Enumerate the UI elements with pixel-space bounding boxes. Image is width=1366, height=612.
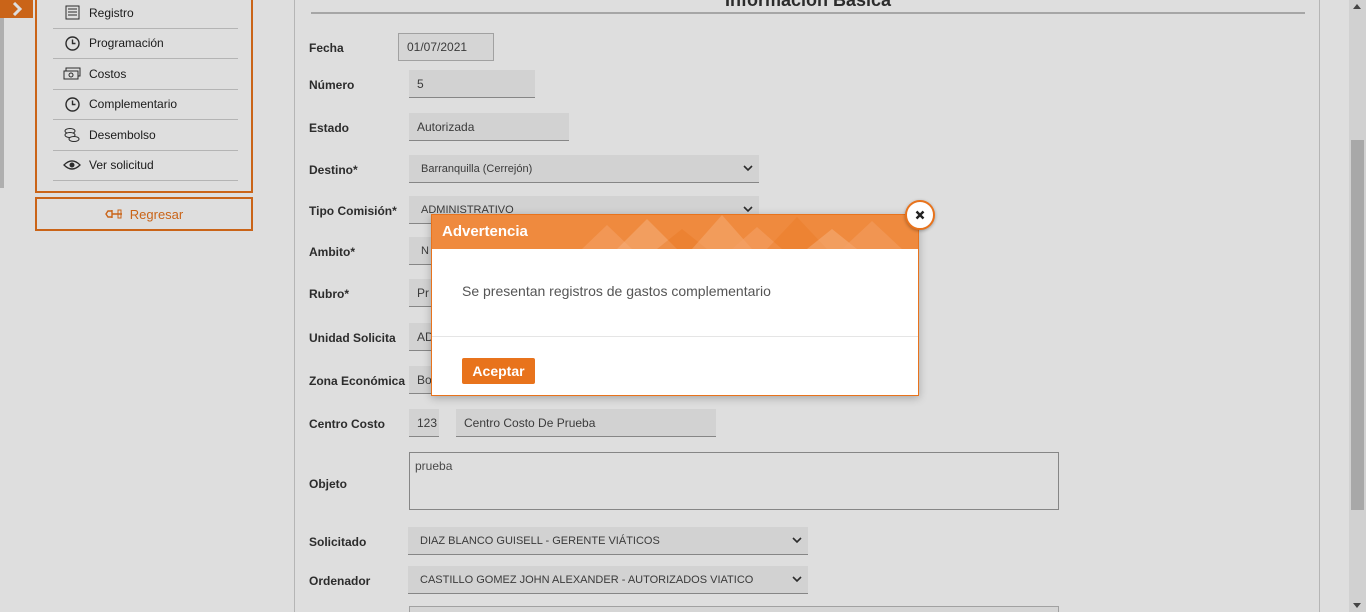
warning-dialog: Advertencia Se presentan registros de ga… — [431, 214, 919, 396]
close-icon — [915, 210, 925, 220]
dialog-header: Advertencia — [432, 215, 918, 249]
dialog-title: Advertencia — [442, 223, 528, 240]
dialog-divider — [432, 336, 918, 337]
close-button[interactable] — [905, 200, 935, 230]
dialog-message: Se presentan registros de gastos complem… — [462, 283, 771, 299]
accept-button[interactable]: Aceptar — [462, 358, 535, 384]
